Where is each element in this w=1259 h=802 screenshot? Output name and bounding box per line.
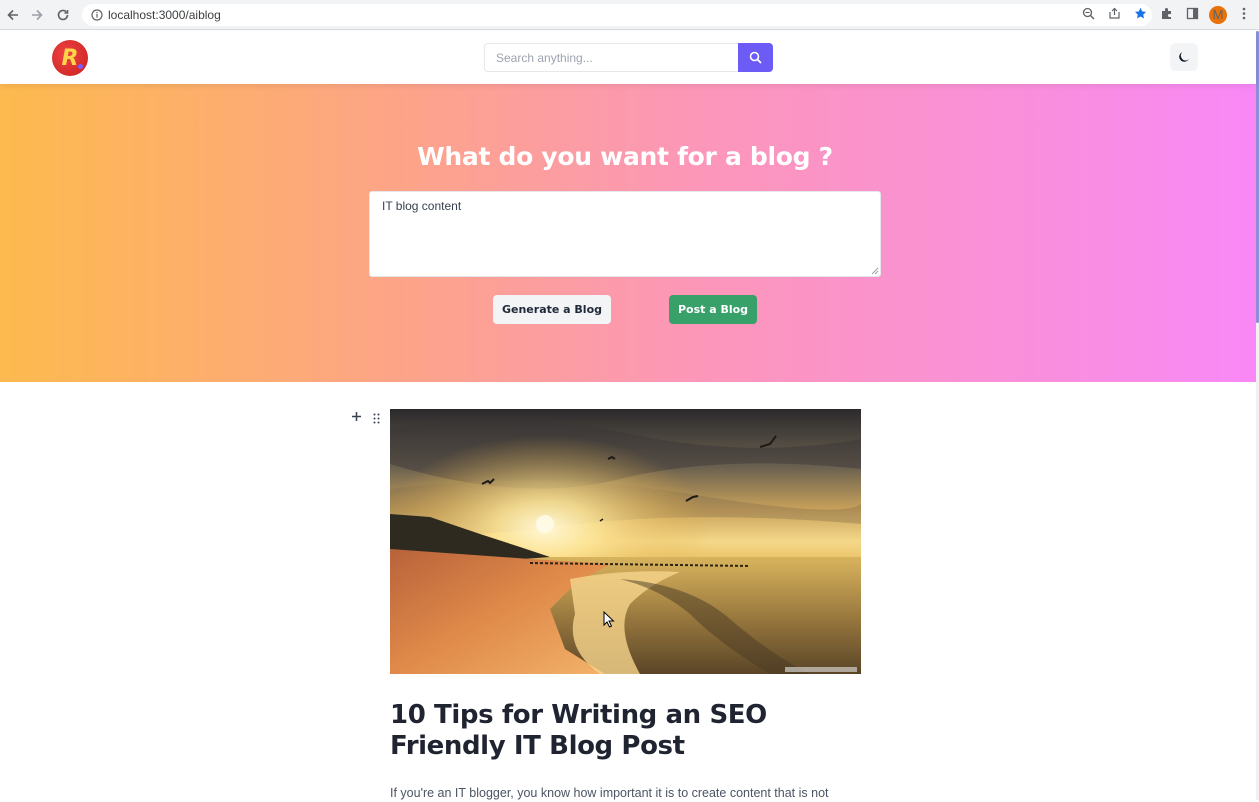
generate-blog-button[interactable]: Generate a Blog: [493, 295, 611, 324]
share-icon[interactable]: [1105, 7, 1123, 23]
plus-icon[interactable]: [350, 411, 362, 425]
hero-title: What do you want for a blog ?: [417, 142, 833, 171]
search-input[interactable]: [484, 43, 738, 72]
profile-avatar[interactable]: M: [1209, 6, 1227, 24]
bookmark-star-icon[interactable]: [1131, 7, 1149, 23]
drag-handle-icon[interactable]: [370, 411, 382, 425]
zoom-icon[interactable]: [1079, 7, 1097, 23]
site-info-icon[interactable]: [86, 4, 108, 26]
search-bar: [484, 43, 773, 72]
post-body-paragraph[interactable]: If you're an IT blogger, you know how im…: [390, 784, 870, 802]
logo-dot: [78, 64, 83, 69]
post-blog-button[interactable]: Post a Blog: [669, 295, 757, 324]
textarea-resize-handle-icon[interactable]: [871, 267, 879, 275]
logo[interactable]: R: [52, 40, 88, 76]
address-bar[interactable]: localhost:3000/aiblog: [82, 4, 1152, 26]
search-icon: [749, 51, 762, 64]
blog-cover-image[interactable]: [390, 409, 861, 674]
reload-icon[interactable]: [50, 2, 76, 28]
block-toolbar: [350, 411, 382, 425]
back-icon[interactable]: [0, 2, 26, 28]
moon-icon: [1179, 52, 1189, 62]
logo-mark-icon: R: [61, 45, 79, 71]
address-bar-url: localhost:3000/aiblog: [108, 8, 221, 22]
side-panel-icon[interactable]: [1183, 7, 1201, 23]
extensions-icon[interactable]: [1157, 7, 1175, 23]
forward-icon[interactable]: [24, 2, 50, 28]
app-header: R: [0, 31, 1256, 84]
mouse-cursor-icon: [603, 611, 615, 628]
theme-toggle-button[interactable]: [1170, 43, 1198, 71]
browser-toolbar: localhost:3000/aiblog M: [0, 0, 1259, 30]
blog-prompt-textarea[interactable]: IT blog content: [369, 191, 881, 277]
more-menu-icon[interactable]: [1235, 7, 1253, 23]
post-title[interactable]: 10 Tips for Writing an SEO Friendly IT B…: [390, 700, 870, 762]
hero-section: What do you want for a blog ? IT blog co…: [0, 84, 1256, 382]
search-button[interactable]: [738, 43, 773, 72]
